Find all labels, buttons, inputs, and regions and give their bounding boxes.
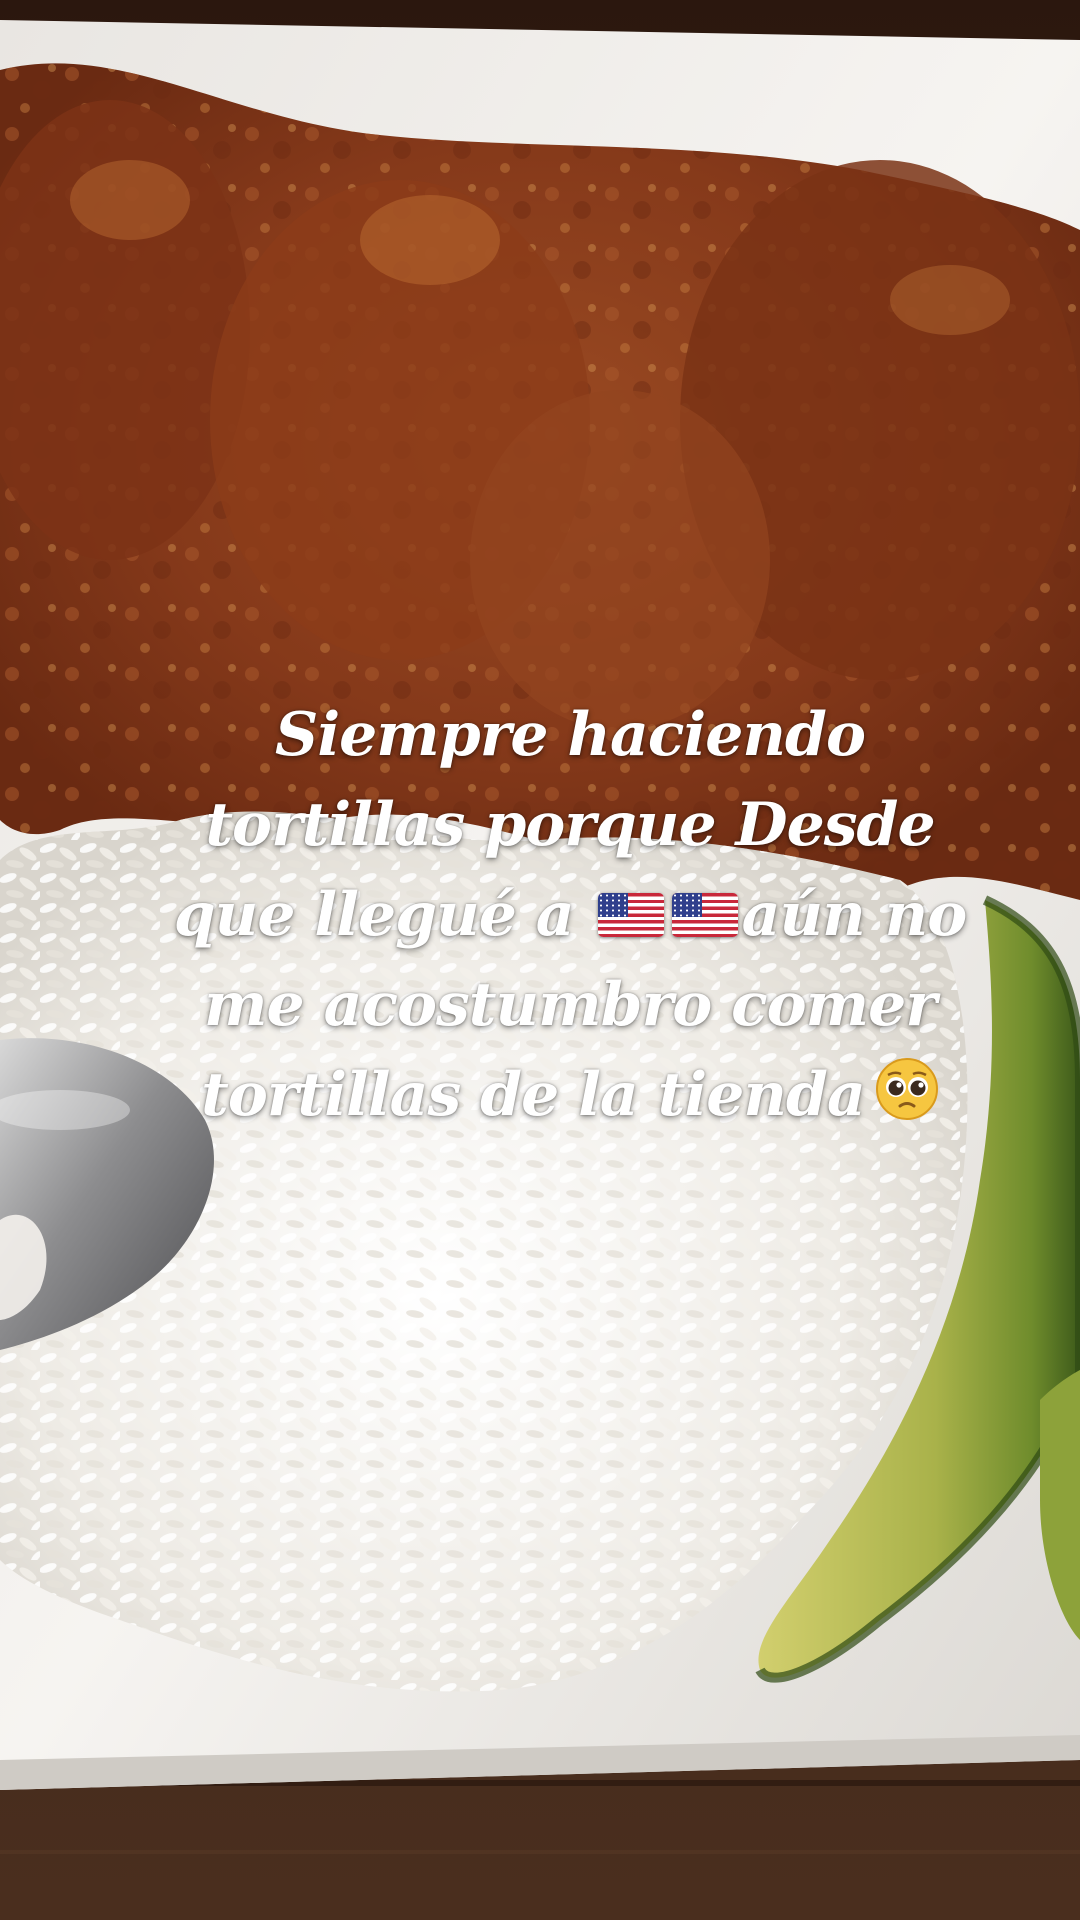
caption-line-1: Siempre haciendo: [274, 700, 866, 770]
caption-line-3-start: que llegué a: [173, 880, 594, 950]
us-flag-icon: [671, 893, 738, 937]
photo-scene: Siempre haciendo tortillas porque Desde …: [0, 0, 1080, 1920]
caption-line-4: me acostumbro comer: [204, 970, 937, 1040]
caption-line-2: tortillas porque Desde: [205, 790, 935, 860]
us-flag-icon: [597, 893, 664, 937]
caption-line-5: tortillas de la tienda: [140, 1050, 1000, 1140]
caption-line-5-text: tortillas de la tienda: [201, 1060, 866, 1130]
caption-line-3-end: aún no: [741, 880, 968, 950]
pleading-face-icon: [875, 1056, 939, 1120]
caption-line-3: que llegué a aún no: [140, 870, 1000, 960]
video-caption: Siempre haciendo tortillas porque Desde …: [140, 690, 1000, 1140]
